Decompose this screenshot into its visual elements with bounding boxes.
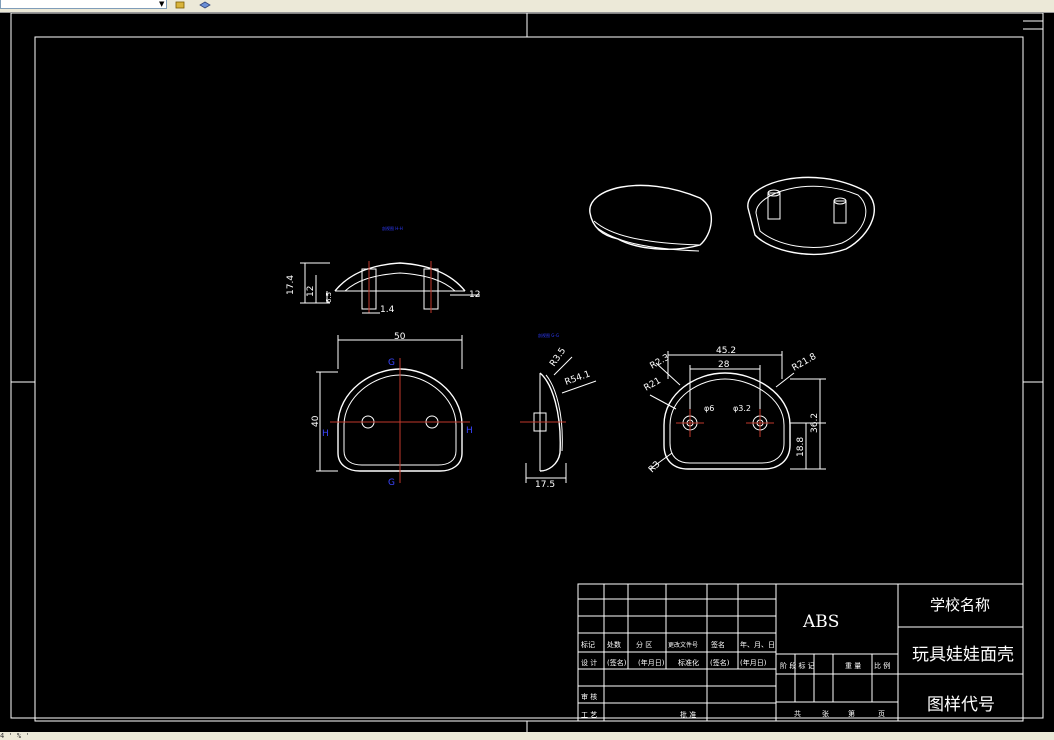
weight-label: 重 量 xyxy=(845,662,861,670)
dim-bottom-7: φ3.2 xyxy=(733,404,751,413)
dim-bottom-10: 36.2 xyxy=(810,413,820,433)
layer-combo[interactable]: ▼ xyxy=(0,0,167,9)
stage-mark-label: 阶 段 标 记 xyxy=(780,661,815,670)
hdr-count: 处数 xyxy=(607,640,621,649)
school-name: 学校名称 xyxy=(930,596,990,614)
design-date: (年月日) xyxy=(638,658,665,667)
status-text: 4 ' % ' xyxy=(0,732,30,740)
process-label: 工 艺 xyxy=(581,711,597,719)
dim-section-3: 6.5 xyxy=(325,292,333,303)
dim-front-2: 40 xyxy=(311,415,321,427)
dim-bottom-6: φ6 xyxy=(704,404,714,413)
hdr-zone: 分 区 xyxy=(636,640,652,649)
marker-front-2: G xyxy=(388,478,395,488)
front-view: 50 40 G G H H xyxy=(311,332,473,488)
cad-drawing-canvas[interactable]: 剖视图 H-H 17.4 12 6.5 1.4 12 50 40 G G H H… xyxy=(0,13,1054,732)
dim-bottom-5: R21 xyxy=(643,376,663,394)
material-label: ABS xyxy=(802,612,839,632)
toolbar: ▼ xyxy=(0,0,1054,13)
design-sign: (签名) xyxy=(607,658,627,667)
layer-stack-icon[interactable] xyxy=(199,0,211,9)
dim-side-1: R3.5 xyxy=(548,346,568,369)
drawing-frame xyxy=(10,13,1044,732)
iso-view-top xyxy=(589,184,712,252)
hdr-doc: 更改文件号 xyxy=(668,641,698,649)
dim-side-2: R54.1 xyxy=(564,369,592,387)
dim-side-3: 17.5 xyxy=(535,480,555,490)
side-view: 剖视图 G-G R3.5 R54.1 17.5 xyxy=(520,332,597,490)
dim-bottom-9: 18.8 xyxy=(796,437,806,457)
dim-section-5: 12 xyxy=(469,290,480,300)
page-label: 页 xyxy=(878,710,885,718)
marker-front-1: G xyxy=(388,358,395,368)
bottom-view: 45.2 28 R2.3 R21.8 R21 φ6 φ3.2 R3 18.8 3… xyxy=(643,346,826,475)
dim-bottom-1: 45.2 xyxy=(716,346,736,356)
dim-section-2: 12 xyxy=(306,286,316,297)
drawing-number: 图样代号 xyxy=(927,695,995,715)
standard-date: (年月日) xyxy=(740,658,767,667)
status-bar: 4 ' % ' xyxy=(0,732,1054,740)
sheet-total-label: 共 xyxy=(794,709,801,718)
standard-label: 标准化 xyxy=(678,658,699,667)
dim-bottom-2: 28 xyxy=(718,360,730,370)
part-name: 玩具娃娃面壳 xyxy=(912,645,1014,665)
standard-sign: (签名) xyxy=(710,658,730,667)
chevron-down-icon[interactable]: ▼ xyxy=(159,0,164,8)
hdr-date: 年、月、日 xyxy=(740,640,775,649)
hdr-sign: 签名 xyxy=(711,640,725,649)
sheet-no-label: 第 xyxy=(848,709,855,718)
sheet-unit-label: 张 xyxy=(822,709,829,718)
marker-front-3: H xyxy=(322,429,329,439)
approve-label: 批 准 xyxy=(680,710,696,719)
marker-front-4: H xyxy=(466,426,473,436)
dim-section-4: 1.4 xyxy=(380,305,395,315)
section-view-hh: 剖视图 H-H 17.4 12 6.5 1.4 12 xyxy=(286,225,480,315)
review-label: 审 核 xyxy=(581,692,597,701)
layer-tool-icon[interactable] xyxy=(175,0,187,9)
dim-bottom-4: R21.8 xyxy=(791,352,819,374)
dim-front-1: 50 xyxy=(394,332,406,342)
section-label-hh: 剖视图 H-H xyxy=(382,225,403,231)
title-block: ABS 学校名称 玩具娃娃面壳 图样代号 标记 处数 分 区 更改文件号 签名 … xyxy=(577,583,1024,722)
scale-label: 比 例 xyxy=(874,661,890,670)
dim-section-1: 17.4 xyxy=(286,275,296,295)
hdr-mark: 标记 xyxy=(581,640,595,649)
section-label-gg: 剖视图 G-G xyxy=(538,332,559,338)
design-label: 设 计 xyxy=(581,658,597,667)
iso-view-bottom xyxy=(747,176,875,255)
